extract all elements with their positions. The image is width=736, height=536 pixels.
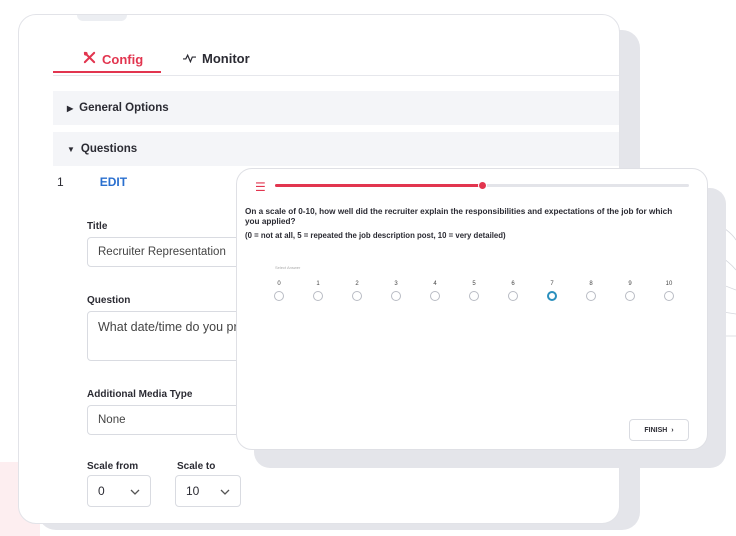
rating-option-label: 0: [277, 281, 281, 287]
rating-option[interactable]: 9: [620, 281, 640, 301]
rating-radio[interactable]: [430, 291, 440, 301]
progress-bar: [275, 181, 689, 190]
finish-label: FINISH: [644, 426, 668, 434]
rating-option[interactable]: 1: [308, 281, 328, 301]
rating-radio[interactable]: [274, 291, 284, 301]
survey-question-text: On a scale of 0-10, how well did the rec…: [245, 207, 673, 226]
select-answer-label: Select Answer: [275, 265, 301, 270]
chevron-right-icon: ›: [671, 426, 674, 434]
question-label: Question: [87, 295, 131, 306]
rating-option-label: 1: [316, 281, 320, 287]
media-type-label: Additional Media Type: [87, 389, 193, 400]
rating-option-label: 3: [394, 281, 398, 287]
rating-option-label: 2: [355, 281, 359, 287]
rating-radio[interactable]: [391, 291, 401, 301]
rating-option[interactable]: 0: [269, 281, 289, 301]
progress-knob: [478, 181, 487, 190]
rating-option[interactable]: 2: [347, 281, 367, 301]
rating-radio[interactable]: [664, 291, 674, 301]
rating-option[interactable]: 10: [659, 281, 679, 301]
question-row: 1 EDIT: [53, 175, 127, 189]
question-number: 1: [57, 175, 64, 189]
chevron-down-icon: [130, 484, 140, 498]
wrench-icon: [83, 51, 96, 67]
tab-monitor-label: Monitor: [202, 51, 250, 66]
progress-fill: [275, 184, 482, 187]
rating-option-label: 10: [665, 281, 673, 287]
tab-bar: Config Monitor: [53, 49, 619, 76]
tab-config[interactable]: Config: [83, 51, 143, 67]
rating-radio[interactable]: [625, 291, 635, 301]
rating-option-label: 7: [550, 281, 554, 287]
questions-label: Questions: [80, 143, 138, 155]
finish-button[interactable]: FINISH ›: [629, 419, 689, 441]
scale-from-value: 0: [98, 484, 105, 498]
rating-option[interactable]: 6: [503, 281, 523, 301]
rating-option-label: 4: [433, 281, 437, 287]
scale-to-value: 10: [186, 484, 200, 498]
scale-to-label: Scale to: [177, 461, 216, 472]
scale-from-label: Scale from: [87, 461, 139, 472]
rating-radio[interactable]: [586, 291, 596, 301]
questions-header[interactable]: ▼ Questions: [53, 132, 619, 166]
title-label: Title: [87, 221, 108, 232]
rating-option-label: 6: [511, 281, 515, 287]
rating-option-label: 9: [628, 281, 632, 287]
general-options-label: General Options: [79, 102, 169, 114]
tab-monitor[interactable]: Monitor: [183, 51, 250, 66]
rating-radio[interactable]: [508, 291, 518, 301]
chevron-down-icon: [220, 484, 230, 498]
caret-down-icon: ▼: [67, 144, 75, 154]
rating-radio[interactable]: [469, 291, 479, 301]
rating-option[interactable]: 4: [425, 281, 445, 301]
scale-legend-text: (0 = not at all, 5 = repeated the job de…: [245, 231, 506, 240]
rating-option[interactable]: 5: [464, 281, 484, 301]
tab-config-label: Config: [102, 51, 144, 67]
rating-option[interactable]: 8: [581, 281, 601, 301]
caret-right-icon: ▶: [67, 103, 74, 113]
rating-option-label: 5: [472, 281, 476, 287]
rating-radio[interactable]: [352, 291, 362, 301]
survey-preview-panel: ☰ On a scale of 0-10, how well did the r…: [236, 168, 708, 450]
rating-option[interactable]: 3: [386, 281, 406, 301]
tab-active-indicator: [53, 71, 161, 73]
scale-to-select[interactable]: 10: [175, 475, 241, 507]
edit-link[interactable]: EDIT: [100, 175, 127, 189]
rating-option[interactable]: 7: [542, 281, 562, 301]
list-icon[interactable]: ☰: [255, 180, 266, 194]
general-options-header[interactable]: ▶ General Options: [53, 91, 619, 125]
rating-option-label: 8: [589, 281, 593, 287]
panel-tab-stub: [77, 15, 127, 21]
scale-from-select[interactable]: 0: [87, 475, 151, 507]
pulse-icon: [183, 51, 196, 66]
rating-radio[interactable]: [547, 291, 557, 301]
rating-radio[interactable]: [313, 291, 323, 301]
